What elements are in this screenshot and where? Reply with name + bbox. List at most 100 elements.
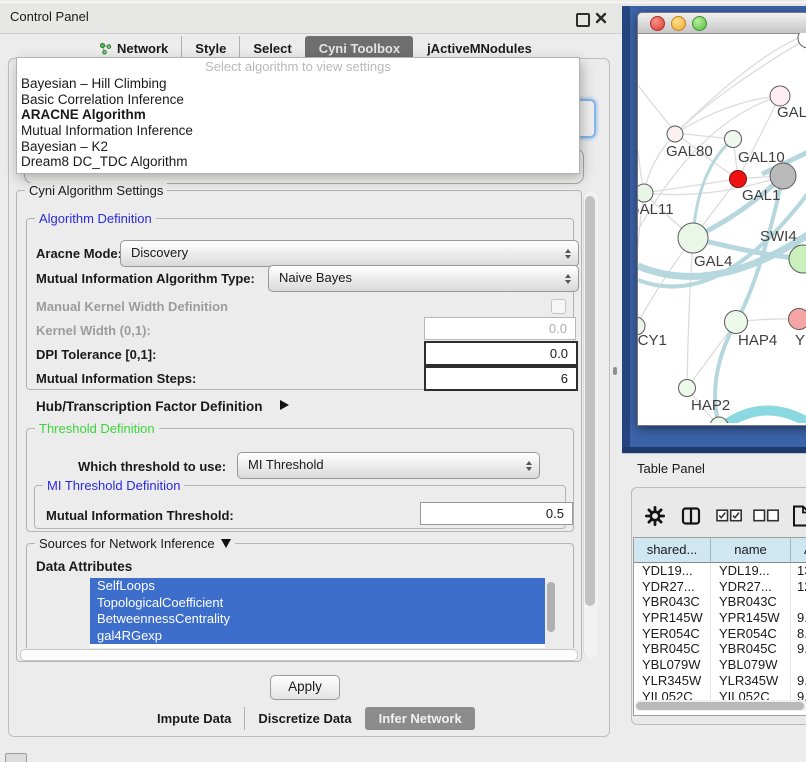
screen: Control Panel NetworkStyleSelectCyni Too… [0, 0, 806, 762]
collapsed-panel-button[interactable] [5, 753, 27, 762]
algorithm-option-bayesian-k2[interactable]: Bayesian – K2 [17, 139, 579, 155]
stepper-icon [526, 461, 532, 471]
network-node-gal10[interactable] [725, 131, 742, 148]
algorithm-option-dream8-dc-tdc-algorithm[interactable]: Dream8 DC_TDC Algorithm [17, 154, 579, 170]
dpi-tolerance-label: DPI Tolerance [0,1]: [36, 347, 156, 362]
network-node-gal11[interactable] [638, 184, 653, 202]
attribute-item-betweennesscentrality[interactable]: BetweennessCentrality [90, 611, 545, 628]
window-close-button[interactable] [650, 16, 665, 31]
attribute-table: shared...nameA YDL19...YDL19...13YDR27..… [633, 537, 806, 716]
network-node-gal[interactable] [770, 86, 790, 106]
table-cell: 12 [791, 579, 806, 595]
network-node-gal80[interactable] [667, 126, 683, 142]
network-node-label: GAL1 [742, 187, 780, 204]
stepper-icon [565, 274, 571, 284]
table-cell: YLR345W [711, 673, 791, 689]
mi-type-combobox[interactable]: Naive Bayes [268, 265, 579, 292]
attribute-item-selfloops[interactable]: SelfLoops [90, 578, 545, 595]
tab-discretize-data[interactable]: Discretize Data [244, 707, 364, 730]
columns-icon[interactable] [681, 506, 701, 529]
network-node-gal1[interactable] [730, 171, 747, 188]
select-all-checkboxes-icon[interactable] [716, 509, 742, 525]
network-node-y[interactable] [789, 309, 806, 330]
tab-label: jActiveMNodules [427, 41, 532, 56]
network-edge [687, 238, 693, 388]
control-panel-title: Control Panel [10, 9, 89, 24]
column-header-1[interactable]: shared... [634, 538, 711, 562]
kernel-width-label: Kernel Width (0,1): [36, 323, 151, 338]
algorithm-option-mutual-information-inference[interactable]: Mutual Information Inference [17, 123, 579, 139]
network-node-gal4[interactable] [678, 223, 708, 253]
mi-threshold-field[interactable]: 0.5 [420, 502, 573, 525]
table-cell: 9. [791, 610, 806, 626]
table-horizontal-scrollbar-thumb[interactable] [636, 702, 804, 710]
manual-kernel-checkbox[interactable] [551, 299, 566, 314]
aracne-mode-label: Aracne Mode: [36, 246, 122, 261]
collapse-arrow-icon[interactable] [221, 539, 231, 548]
aracne-mode-combobox[interactable]: Discovery [120, 240, 579, 267]
table-cell: 9. [791, 673, 806, 689]
which-threshold-combobox[interactable]: MI Threshold [237, 452, 540, 479]
algorithm-option-aracne-algorithm[interactable]: ARACNE Algorithm [17, 107, 579, 123]
apply-button[interactable]: Apply [270, 675, 340, 700]
kernel-width-field[interactable]: 0.0 [424, 317, 576, 340]
column-header-3[interactable]: A [791, 538, 806, 562]
tab-infer-network[interactable]: Infer Network [365, 707, 475, 730]
network-node-label: Y [795, 332, 805, 349]
expand-arrow-icon[interactable] [280, 400, 289, 410]
column-header-2[interactable]: name [711, 538, 791, 562]
mi-steps-field[interactable]: 6 [424, 366, 578, 391]
network-node-swi4[interactable] [789, 245, 806, 273]
sources-legend[interactable]: Sources for Network Inference [35, 536, 235, 551]
network-node-label: SWI4 [760, 228, 797, 245]
tab-label: Discretize Data [258, 711, 351, 726]
window-minimize-button[interactable] [671, 16, 686, 31]
mi-type-label: Mutual Information Algorithm Type: [36, 271, 255, 286]
table-row[interactable]: YDR27...YDR27...12 [634, 579, 806, 595]
table-row[interactable]: YDL19...YDL19...13 [634, 563, 806, 579]
panel-separator [622, 453, 806, 454]
network-node-hap4[interactable] [725, 311, 748, 334]
float-panel-icon[interactable] [576, 13, 590, 27]
hub-factor-section-label[interactable]: Hub/Transcription Factor Definition [36, 399, 263, 414]
network-node-label: GAL11 [638, 201, 674, 218]
table-cell: 8. [791, 626, 806, 642]
table-row[interactable]: YLR345WYLR345W9. [634, 673, 806, 689]
settings-vertical-scrollbar-thumb[interactable] [585, 196, 595, 606]
gear-icon[interactable] [645, 506, 665, 529]
table-cell: YDL19... [711, 563, 791, 579]
attribute-item-topologicalcoefficient[interactable]: TopologicalCoefficient [90, 595, 545, 612]
network-canvas[interactable]: GALGAL80GAL10GAL1GAL11GAL4SWI4GCY1HAP4YH… [638, 33, 806, 423]
algorithm-dropdown-items: Bayesian – Hill ClimbingBasic Correlatio… [17, 76, 579, 170]
close-icon[interactable] [594, 11, 608, 25]
table-row[interactable]: YBR045CYBR045C9. [634, 641, 806, 657]
algorithm-option-bayesian-hill-climbing[interactable]: Bayesian – Hill Climbing [17, 76, 579, 92]
table-row[interactable]: YER054CYER054C8. [634, 626, 806, 642]
network-icon [99, 42, 112, 55]
table-cell: YPR145W [711, 610, 791, 626]
tab-label: Network [117, 41, 168, 56]
network-node-hap2[interactable] [679, 380, 696, 397]
which-threshold-label: Which threshold to use: [78, 459, 226, 474]
attribute-item-gal4rgexp[interactable]: gal4RGexp [90, 628, 545, 645]
algorithm-option-basic-correlation-inference[interactable]: Basic Correlation Inference [17, 92, 579, 108]
deselect-all-checkboxes-icon[interactable] [753, 509, 779, 525]
table-row[interactable]: YBR043CYBR043C [634, 594, 806, 610]
tab-label: Impute Data [157, 711, 231, 726]
table-cell [791, 594, 806, 610]
window-zoom-button[interactable] [692, 16, 707, 31]
network-node[interactable] [710, 417, 728, 423]
network-node-label: GAL [777, 104, 806, 121]
stepper-icon [565, 249, 571, 259]
network-node[interactable] [798, 33, 806, 48]
table-row[interactable]: YPR145WYPR145W9. [634, 610, 806, 626]
network-node[interactable] [770, 163, 796, 189]
splitter-handle[interactable] [613, 367, 617, 375]
settings-horizontal-scrollbar-thumb[interactable] [20, 649, 578, 661]
data-attributes-list[interactable]: SelfLoopsTopologicalCoefficientBetweenne… [90, 578, 545, 648]
dpi-tolerance-field[interactable]: 0.0 [424, 341, 578, 366]
table-row[interactable]: YBL079WYBL079W [634, 657, 806, 673]
tab-impute-data[interactable]: Impute Data [144, 707, 244, 730]
document-icon[interactable] [792, 505, 806, 530]
attribute-list-scrollbar-thumb[interactable] [547, 582, 555, 632]
